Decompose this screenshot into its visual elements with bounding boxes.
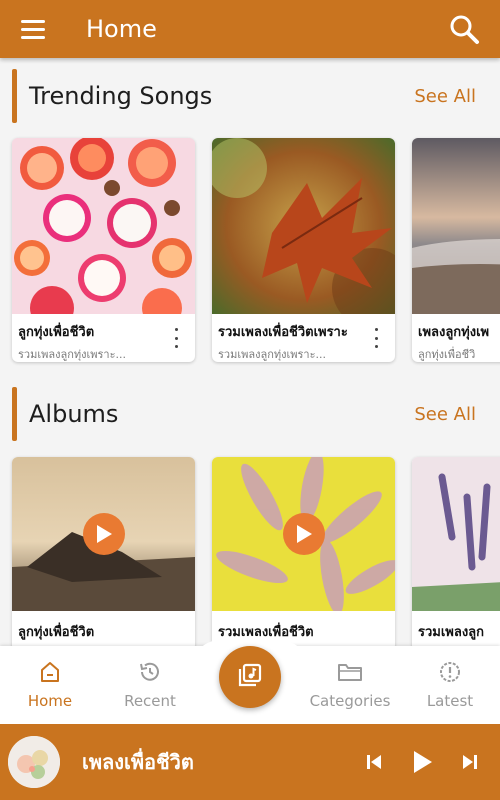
song-subtitle: รวมเพลงลูกทุ่งเพราะ... [18, 348, 126, 361]
home-icon [38, 660, 62, 688]
section-accent-bar [12, 69, 17, 123]
alert-clock-icon [438, 660, 462, 688]
music-library-button[interactable] [219, 646, 281, 708]
section-accent-bar [12, 387, 17, 441]
trending-section-header: Trending Songs See All [0, 68, 500, 124]
trending-section-title: Trending Songs [29, 82, 213, 110]
nav-item-latest[interactable]: Latest [400, 646, 500, 724]
nav-item-recent[interactable]: Recent [100, 646, 200, 724]
nav-item-home[interactable]: Home [0, 646, 100, 724]
song-title: รวมเพลงเพื่อชีวิตเพราะ [218, 325, 348, 340]
album-artwork-image [412, 457, 500, 611]
trending-songs-row: ลูกทุ่งเพื่อชีวิต รวมเพลงลูกทุ่งเพราะ...… [12, 138, 500, 362]
music-library-icon [236, 661, 264, 693]
top-app-bar: Home [0, 0, 500, 58]
folder-icon [337, 660, 363, 688]
album-card[interactable]: ลูกทุ่งเพื่อชีวิต [12, 457, 195, 651]
nav-label-latest: Latest [426, 692, 474, 710]
song-artwork-image [212, 138, 395, 328]
song-card[interactable]: เพลงลูกทุ่งเพ ลูกทุ่งเพื่อชีวิ [412, 138, 500, 362]
albums-section-title: Albums [29, 400, 119, 428]
more-options-icon[interactable] [171, 328, 181, 348]
album-artwork-image [212, 457, 395, 615]
skip-next-icon[interactable] [450, 742, 490, 782]
play-icon[interactable] [282, 513, 325, 555]
song-card-meta: ลูกทุ่งเพื่อชีวิต รวมเพลงลูกทุ่งเพราะ... [12, 314, 195, 362]
now-playing-artwork [8, 736, 60, 788]
search-icon[interactable] [444, 9, 484, 49]
page-title: Home [86, 15, 157, 43]
song-card-meta: รวมเพลงเพื่อชีวิตเพราะ รวมเพลงลูกทุ่งเพร… [212, 314, 395, 362]
song-subtitle: ลูกทุ่งเพื่อชีวิ [418, 348, 476, 361]
mini-player[interactable]: เพลงเพื่อชีวิต [0, 724, 500, 800]
nav-label-categories: Categories [309, 692, 391, 710]
album-card[interactable]: รวมเพลงเพื่อชีวิต [212, 457, 395, 651]
more-options-icon[interactable] [371, 328, 381, 348]
play-icon[interactable] [82, 513, 125, 555]
song-title: เพลงลูกทุ่งเพ [418, 325, 490, 340]
albums-row: ลูกทุ่งเพื่อชีวิต รวมเพลงเพื่อชีวิต รวมเ… [12, 457, 500, 651]
album-title: รวมเพลงลูก [418, 625, 485, 640]
album-card[interactable]: รวมเพลงลูก [412, 457, 500, 651]
now-playing-title: เพลงเพื่อชีวิต [82, 750, 194, 774]
albums-section-header: Albums See All [0, 386, 500, 442]
nav-label-home: Home [27, 692, 73, 710]
album-title: ลูกทุ่งเพื่อชีวิต [18, 625, 95, 640]
app-root: Home Trending Songs See All ลูกทุ่งเพื่อ… [0, 0, 500, 800]
album-card-meta: ลูกทุ่งเพื่อชีวิต [12, 611, 195, 651]
song-artwork-image [12, 138, 195, 330]
play-pause-icon[interactable] [402, 742, 442, 782]
nav-label-recent: Recent [124, 692, 176, 710]
bottom-navigation-bar: Home Recent Categories Latest [0, 636, 500, 724]
song-title: ลูกทุ่งเพื่อชีวิต [18, 325, 95, 340]
nav-item-categories[interactable]: Categories [300, 646, 400, 724]
history-icon [138, 660, 162, 688]
song-card[interactable]: ลูกทุ่งเพื่อชีวิต รวมเพลงลูกทุ่งเพราะ... [12, 138, 195, 362]
skip-previous-icon[interactable] [354, 742, 394, 782]
album-artwork-image [12, 457, 195, 611]
song-artwork-image [412, 138, 500, 314]
album-card-meta: รวมเพลงลูก [412, 611, 500, 651]
song-card[interactable]: รวมเพลงเพื่อชีวิตเพราะ รวมเพลงลูกทุ่งเพร… [212, 138, 395, 362]
albums-see-all-link[interactable]: See All [414, 404, 476, 425]
nav-center-slot [200, 636, 300, 724]
song-subtitle: รวมเพลงลูกทุ่งเพราะ... [218, 348, 326, 361]
trending-see-all-link[interactable]: See All [414, 86, 476, 107]
song-card-meta: เพลงลูกทุ่งเพ ลูกทุ่งเพื่อชีวิ [412, 314, 500, 362]
hamburger-menu-icon[interactable] [16, 11, 52, 47]
